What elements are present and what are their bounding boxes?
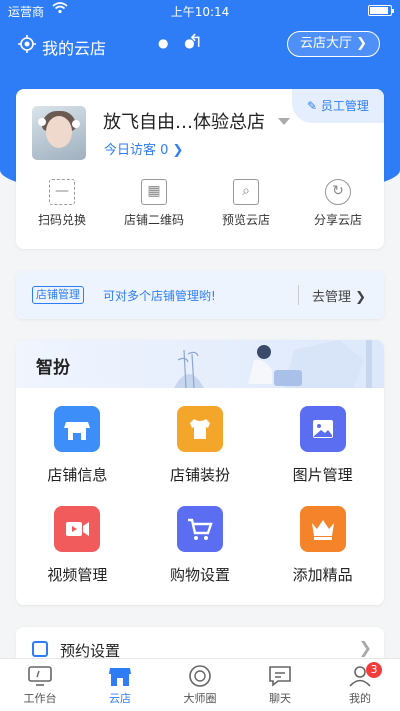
calendar-icon xyxy=(32,641,48,657)
scan-redeem-label: 扫码兑换 xyxy=(37,213,86,227)
video-manage-button[interactable]: 视频管理 xyxy=(16,506,139,605)
add-featured-button[interactable]: 添加精品 xyxy=(261,506,384,605)
share-store-button[interactable]: ↻ 分享云店 xyxy=(292,179,384,228)
location-icon xyxy=(18,35,36,53)
share-icon: ↻ xyxy=(325,179,351,205)
monitor-icon xyxy=(28,665,52,687)
video-manage-label: 视频管理 xyxy=(47,566,108,584)
circle-icon xyxy=(188,665,212,687)
store-avatar[interactable] xyxy=(32,106,86,160)
cart-icon xyxy=(177,506,223,552)
store-info-icon xyxy=(54,406,101,452)
picture-icon xyxy=(299,406,346,452)
divider xyxy=(298,285,299,305)
store-decor-button[interactable]: 店铺装扮 xyxy=(139,406,262,506)
store-card: 放飞自由…体验总店 今日访客 0 ❯ ✎ 员工管理 — 扫码兑换 ▦ 店铺二维码… xyxy=(16,89,384,249)
page-title: 我的云店 xyxy=(42,39,107,58)
tab-mine-label: 我的 xyxy=(349,692,371,705)
staff-management-label: 员工管理 xyxy=(320,99,369,113)
add-featured-label: 添加精品 xyxy=(292,566,353,584)
store-info-label: 店铺信息 xyxy=(47,466,108,484)
go-manage-link[interactable]: 去管理 ❯ xyxy=(312,286,366,305)
smart-decoration-grid: 店铺信息 店铺装扮 图片管理 视频管理 购物设置 添加精品 xyxy=(16,406,384,605)
tab-cloud-store[interactable]: 云店 xyxy=(80,659,160,711)
status-bar: 运营商 上午10:14 xyxy=(0,0,400,22)
today-visitors-link[interactable]: 今日访客 0 ❯ xyxy=(104,139,183,158)
crown-icon xyxy=(299,506,346,552)
clock: 上午10:14 xyxy=(170,5,230,19)
cloud-store-hall-button[interactable]: 云店大厅 ❯ xyxy=(286,31,380,57)
picture-manage-button[interactable]: 图片管理 xyxy=(261,406,384,506)
notification-badge: 3 xyxy=(366,662,382,678)
tab-workbench[interactable]: 工作台 xyxy=(0,659,80,711)
back-arrow-icon[interactable]: ↰ xyxy=(188,31,203,52)
store-actions: — 扫码兑换 ▦ 店铺二维码 ⌕ 预览云店 ↻ 分享云店 xyxy=(16,179,384,228)
qrcode-icon: ▦ xyxy=(141,179,167,205)
picture-manage-label: 图片管理 xyxy=(292,466,353,484)
video-icon xyxy=(54,506,101,552)
preview-store-button[interactable]: ⌕ 预览云店 xyxy=(200,179,292,228)
tab-master-circle-label: 大师圈 xyxy=(183,692,217,705)
battery-icon xyxy=(368,5,394,16)
staff-management-button[interactable]: ✎ 员工管理 xyxy=(292,89,384,123)
shopping-settings-label: 购物设置 xyxy=(170,566,231,584)
decoration-illustration xyxy=(174,340,372,388)
chevron-right-icon: ❯ xyxy=(358,638,372,657)
share-store-label: 分享云店 xyxy=(313,213,362,227)
tab-cloud-store-label: 云店 xyxy=(109,692,131,705)
scan-redeem-button[interactable]: — 扫码兑换 xyxy=(16,179,108,228)
tab-chat-label: 聊天 xyxy=(269,692,291,705)
preview-icon: ⌕ xyxy=(233,179,259,205)
smart-decoration-card: 智扮 店铺信息 店铺装扮 图片管理 视频管理 购物设置 添加精品 xyxy=(16,340,384,605)
store-name[interactable]: 放飞自由…体验总店 xyxy=(103,108,265,134)
store-decor-label: 店铺装扮 xyxy=(170,466,231,484)
tab-workbench-label: 工作台 xyxy=(23,692,57,705)
top-navigation: 我的云店 ● ● ↰ 云店大厅 ❯ xyxy=(0,30,400,60)
store-icon xyxy=(108,665,132,687)
store-switch-caret-icon[interactable] xyxy=(278,118,290,125)
preview-store-label: 预览云店 xyxy=(221,213,270,227)
smart-decoration-header: 智扮 xyxy=(16,340,384,388)
store-qrcode-label: 店铺二维码 xyxy=(123,213,184,227)
bottom-tab-bar: 工作台 云店 大师圈 聊天 3 我的 xyxy=(0,658,400,711)
scan-icon: — xyxy=(49,179,75,205)
tab-chat[interactable]: 聊天 xyxy=(240,659,320,711)
smart-decoration-title: 智扮 xyxy=(36,358,70,378)
store-qrcode-button[interactable]: ▦ 店铺二维码 xyxy=(108,179,200,228)
chat-icon xyxy=(268,665,292,687)
store-info-button[interactable]: 店铺信息 xyxy=(16,406,139,506)
store-management-banner[interactable]: 店铺管理 可对多个店铺管理哟! 去管理 ❯ xyxy=(16,271,384,319)
shopping-settings-button[interactable]: 购物设置 xyxy=(139,506,262,605)
tshirt-icon xyxy=(177,406,223,452)
edit-icon: ✎ xyxy=(307,99,321,113)
store-management-tip: 可对多个店铺管理哟! xyxy=(103,289,216,303)
tab-master-circle[interactable]: 大师圈 xyxy=(160,659,240,711)
store-management-tag: 店铺管理 xyxy=(32,286,84,304)
tab-mine[interactable]: 3 我的 xyxy=(320,659,400,711)
